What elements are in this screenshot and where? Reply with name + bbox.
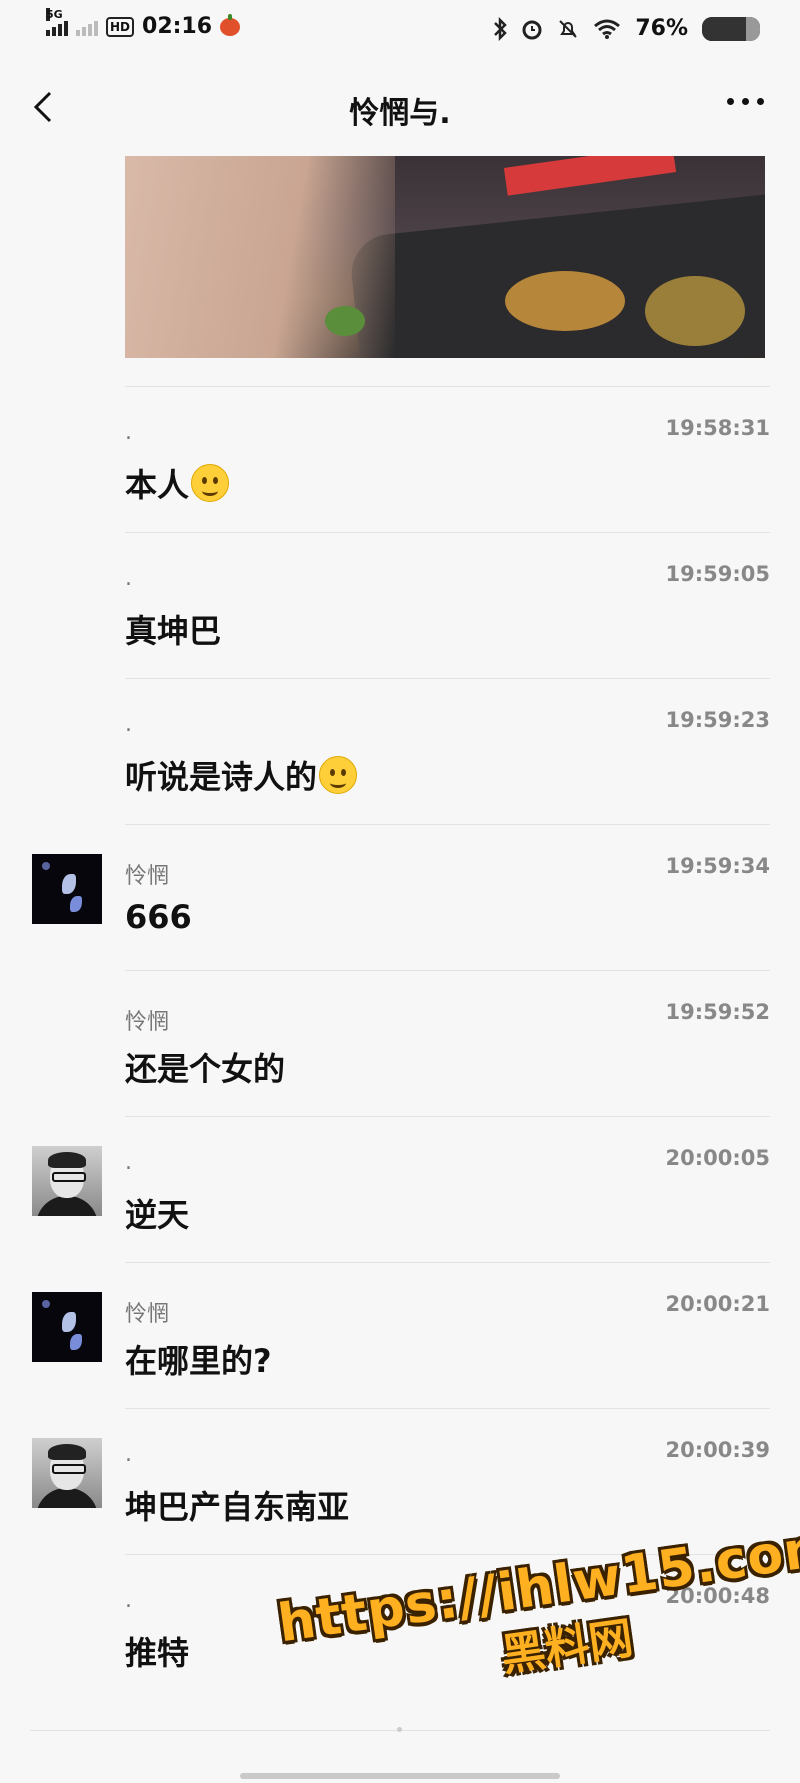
- message-row[interactable]: . 20:00:05 逆天: [0, 1116, 800, 1262]
- message-row[interactable]: 怜惘 19:59:52 还是个女的: [0, 970, 800, 1116]
- message-text: 听说是诗人的: [125, 752, 358, 798]
- sender-name: 怜惘: [125, 864, 170, 889]
- message-time: 20:00:39: [665, 1438, 770, 1462]
- sender-name: 怜惘: [125, 1010, 170, 1035]
- battery-icon: [702, 16, 760, 41]
- message-text-content: 推特: [125, 1634, 190, 1672]
- sender-name: .: [125, 712, 132, 737]
- message-divider: [125, 1408, 770, 1409]
- message-text: 推特: [125, 1628, 189, 1674]
- avatar[interactable]: [32, 1146, 102, 1216]
- message-divider: [125, 532, 770, 533]
- message-text: 本人: [125, 460, 230, 506]
- hd-voice-badge: HD: [106, 16, 135, 37]
- status-time: 02:16: [142, 14, 213, 39]
- message-text-content: 666: [125, 898, 192, 936]
- sender-name: .: [125, 1150, 132, 1175]
- alarm-icon: [522, 20, 542, 39]
- message-time: 19:58:31: [665, 416, 770, 440]
- message-row[interactable]: . 20:00:39 坤巴产自东南亚: [0, 1408, 800, 1554]
- status-bar: 5G HD 02:16 76%: [0, 0, 800, 60]
- message-time: 19:59:23: [665, 708, 770, 732]
- message-text-content: 本人: [125, 466, 190, 504]
- more-options-icon[interactable]: [727, 98, 764, 105]
- message-text: 坤巴产自东南亚: [125, 1482, 349, 1528]
- secondary-signal-icon: [76, 18, 98, 36]
- chat-title: 怜惘与.: [349, 96, 451, 131]
- message-divider: [125, 386, 770, 387]
- message-divider: [125, 678, 770, 679]
- smiling-face-icon: [319, 756, 358, 794]
- message-text: 逆天: [125, 1190, 189, 1236]
- message-row[interactable]: . 19:59:23 听说是诗人的: [0, 678, 800, 824]
- message-divider: [125, 970, 770, 971]
- grinning-face-icon: [191, 464, 230, 502]
- avatar[interactable]: [32, 1292, 102, 1362]
- message-text-content: 听说是诗人的: [125, 758, 318, 796]
- message-text: 真坤巴: [125, 606, 221, 652]
- message-text-content: 逆天: [125, 1196, 190, 1234]
- message-time: 19:59:05: [665, 562, 770, 586]
- wifi-icon: [594, 19, 621, 39]
- message-row[interactable]: . 19:58:31 本人: [0, 386, 800, 532]
- sender-name: .: [125, 566, 132, 591]
- avatar[interactable]: [32, 1438, 102, 1508]
- shared-photo[interactable]: [125, 156, 765, 358]
- chat-header: 怜惘与.: [0, 60, 800, 156]
- message-time: 20:00:21: [665, 1292, 770, 1316]
- message-text-content: 还是个女的: [125, 1050, 286, 1088]
- sender-name: .: [125, 1442, 132, 1467]
- sender-name: .: [125, 420, 132, 445]
- message-text-content: 在哪里的?: [125, 1342, 272, 1380]
- mute-bell-icon: [559, 19, 578, 38]
- bluetooth-icon: [494, 16, 508, 41]
- message-divider: [125, 1262, 770, 1263]
- message-row[interactable]: . 19:59:05 真坤巴: [0, 532, 800, 678]
- message-text: 还是个女的: [125, 1044, 285, 1090]
- network-type-label: 5G: [46, 7, 63, 21]
- avatar[interactable]: [32, 854, 102, 924]
- battery-percent: 76%: [635, 16, 688, 41]
- message-text-content: 真坤巴: [125, 612, 222, 650]
- message-row[interactable]: 怜惘 20:00:21 在哪里的?: [0, 1262, 800, 1408]
- message-text: 在哪里的?: [125, 1336, 272, 1382]
- message-divider: [125, 1116, 770, 1117]
- tomato-app-icon: [220, 13, 241, 36]
- message-time: 19:59:34: [665, 854, 770, 878]
- message-text-content: 坤巴产自东南亚: [125, 1488, 350, 1526]
- sender-name: 怜惘: [125, 1302, 170, 1327]
- sender-name: .: [125, 1588, 132, 1613]
- status-right: 76%: [493, 16, 760, 41]
- status-left: 5G HD 02:16: [46, 7, 241, 39]
- cellular-signal-icon: 5G: [46, 7, 68, 36]
- message-divider: [125, 824, 770, 825]
- page-dot: [397, 1727, 402, 1732]
- message-text: 666: [125, 898, 192, 936]
- home-indicator[interactable]: [240, 1773, 560, 1779]
- message-row[interactable]: 怜惘 19:59:34 666: [0, 824, 800, 970]
- message-time: 20:00:05: [665, 1146, 770, 1170]
- message-time: 19:59:52: [665, 1000, 770, 1024]
